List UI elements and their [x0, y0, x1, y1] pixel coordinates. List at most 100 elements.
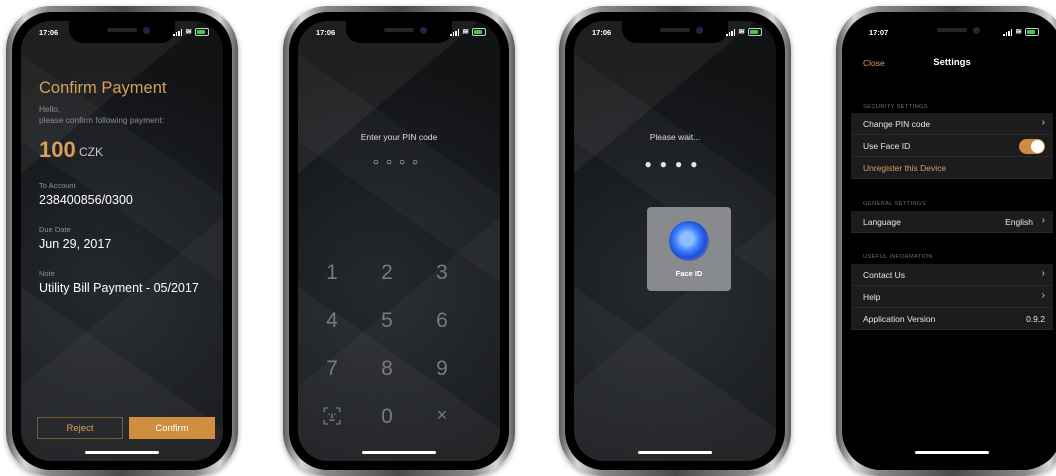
section-header-security: SECURITY SETTINGS — [863, 104, 928, 110]
battery-icon — [1025, 28, 1039, 36]
signal-icon — [450, 28, 460, 36]
wifi-icon: ≋ — [738, 27, 745, 36]
keypad-key-1[interactable]: 1 — [312, 261, 352, 285]
signal-icon — [1003, 28, 1013, 36]
phone-bezel: 17:06 ≋ Enter your PIN code ○○○○ 1 2 3 4… — [289, 12, 509, 470]
status-time: 17:06 — [592, 28, 612, 37]
row-label: Application Version — [863, 314, 936, 324]
row-contact-us[interactable]: Contact Us › — [851, 264, 1053, 286]
row-app-version: Application Version 0.9.2 — [851, 308, 1053, 330]
wifi-icon: ≋ — [185, 27, 192, 36]
greeting-line: Hello, — [39, 104, 61, 114]
screen-confirm-payment: 17:06 ≋ Confirm Payment Hello, please co… — [21, 21, 223, 461]
row-label: Contact Us — [863, 270, 906, 280]
status-time: 17:07 — [869, 28, 889, 37]
row-help[interactable]: Help › — [851, 286, 1053, 308]
chevron-right-icon: › — [1041, 117, 1045, 128]
keypad-key-3[interactable]: 3 — [422, 261, 462, 285]
row-use-face-id: Use Face ID — [851, 135, 1053, 157]
home-indicator[interactable] — [362, 451, 436, 454]
screen-face-id: 17:06 ≋ Please wait... ●●●● Face ID — [574, 21, 776, 461]
face-id-icon — [669, 221, 709, 261]
status-bar: 17:07 ≋ — [851, 28, 1053, 40]
greeting-subtitle: please confirm following payment: — [39, 115, 164, 125]
row-label: Unregister this Device — [863, 163, 947, 173]
status-bar: 17:06 ≋ — [574, 28, 776, 40]
greeting-text: Hello, please confirm following payment: — [39, 104, 164, 126]
battery-icon — [472, 28, 486, 36]
face-id-dialog: Face ID — [647, 207, 731, 291]
status-time: 17:06 — [39, 28, 59, 37]
section-header-useful: USEFUL INFORMATION — [863, 254, 933, 260]
signal-icon — [173, 28, 183, 36]
due-date-value: Jun 29, 2017 — [39, 237, 112, 251]
face-id-label: Face ID — [675, 269, 703, 278]
row-value: 0.9.2 — [1026, 314, 1045, 324]
wifi-icon: ≋ — [1015, 27, 1022, 36]
note-label: Note — [39, 269, 55, 278]
chevron-right-icon: › — [1041, 268, 1045, 279]
screen-settings: 17:07 ≋ Close Settings SECURITY SETTINGS… — [851, 21, 1053, 461]
signal-icon — [726, 28, 736, 36]
keypad-key-7[interactable]: 7 — [312, 357, 352, 381]
screen-pin-entry: 17:06 ≋ Enter your PIN code ○○○○ 1 2 3 4… — [298, 21, 500, 461]
page-title: Settings — [933, 57, 971, 68]
status-bar: 17:06 ≋ — [21, 28, 223, 40]
keypad-key-6[interactable]: 6 — [422, 309, 462, 333]
wifi-icon: ≋ — [462, 27, 469, 36]
phone-face-id: 17:06 ≋ Please wait... ●●●● Face ID — [559, 6, 791, 476]
battery-icon — [195, 28, 209, 36]
face-id-icon[interactable] — [312, 407, 352, 430]
phone-bezel: 17:06 ≋ Confirm Payment Hello, please co… — [12, 12, 232, 470]
row-unregister-device[interactable]: Unregister this Device — [851, 157, 1053, 179]
chevron-right-icon: › — [1041, 215, 1045, 226]
row-label: Change PIN code — [863, 119, 931, 129]
toggle-knob — [1031, 140, 1044, 153]
phone-settings: 17:07 ≋ Close Settings SECURITY SETTINGS… — [836, 6, 1056, 476]
status-time: 17:06 — [316, 28, 336, 37]
account-label: To Account — [39, 181, 76, 190]
keypad-key-8[interactable]: 8 — [367, 357, 407, 381]
row-value: English — [1005, 217, 1033, 227]
note-value: Utility Bill Payment - 05/2017 — [39, 281, 199, 295]
phone-bezel: 17:07 ≋ Close Settings SECURITY SETTINGS… — [842, 12, 1056, 470]
reject-button[interactable]: Reject — [37, 417, 123, 439]
payment-currency: CZK — [79, 145, 103, 159]
battery-icon — [748, 28, 762, 36]
chevron-right-icon: › — [1041, 290, 1045, 301]
phone-pin-entry: 17:06 ≋ Enter your PIN code ○○○○ 1 2 3 4… — [283, 6, 515, 476]
status-icons: ≋ — [1003, 28, 1039, 36]
pin-dots-empty: ○○○○ — [372, 157, 426, 168]
status-bar: 17:06 ≋ — [298, 28, 500, 40]
keypad-key-9[interactable]: 9 — [422, 357, 462, 381]
keypad-key-5[interactable]: 5 — [367, 309, 407, 333]
nav-bar: Close Settings — [851, 54, 1053, 74]
pin-dots-filled: ●●●● — [644, 157, 706, 171]
page-title: Confirm Payment — [39, 79, 167, 97]
phone-bezel: 17:06 ≋ Please wait... ●●●● Face ID — [565, 12, 785, 470]
row-language[interactable]: Language English › — [851, 211, 1053, 233]
home-indicator[interactable] — [915, 451, 989, 454]
wait-prompt: Please wait... — [649, 132, 701, 142]
confirm-button[interactable]: Confirm — [129, 417, 215, 439]
keypad-key-0[interactable]: 0 — [367, 405, 407, 429]
row-label: Language — [863, 217, 901, 227]
keypad-key-4[interactable]: 4 — [312, 309, 352, 333]
pin-prompt: Enter your PIN code — [360, 132, 438, 142]
home-indicator[interactable] — [638, 451, 712, 454]
payment-amount: 100 — [39, 137, 76, 162]
status-icons: ≋ — [726, 28, 762, 36]
home-indicator[interactable] — [85, 451, 159, 454]
delete-icon[interactable]: × — [422, 405, 462, 426]
status-icons: ≋ — [450, 28, 486, 36]
face-id-toggle[interactable] — [1019, 139, 1045, 154]
status-icons: ≋ — [173, 28, 209, 36]
account-value: 238400856/0300 — [39, 193, 133, 207]
phone-confirm-payment: 17:06 ≋ Confirm Payment Hello, please co… — [6, 6, 238, 476]
keypad-key-2[interactable]: 2 — [367, 261, 407, 285]
row-label: Use Face ID — [863, 141, 911, 151]
row-change-pin[interactable]: Change PIN code › — [851, 113, 1053, 135]
due-date-label: Due Date — [39, 225, 71, 234]
row-label: Help — [863, 292, 881, 302]
section-header-general: GENERAL SETTINGS — [863, 201, 926, 207]
